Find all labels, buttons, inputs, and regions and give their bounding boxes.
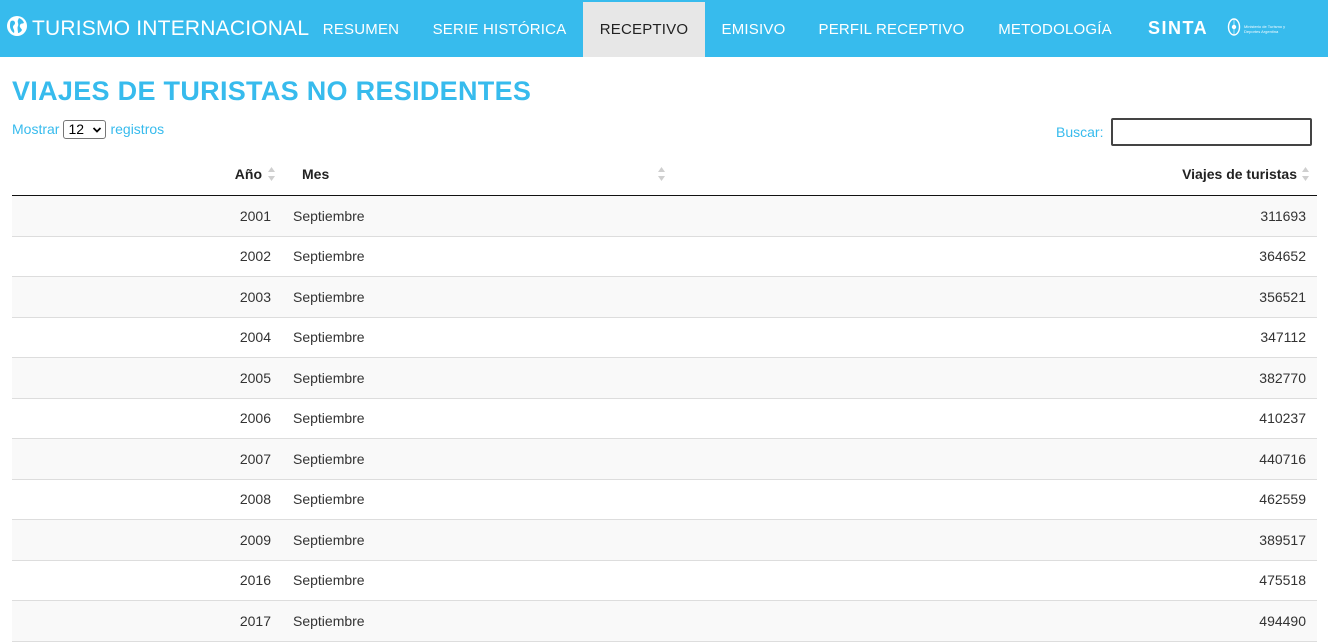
nav-metodologia[interactable]: METODOLOGÍA [981,2,1129,57]
table-row: 2005 Septiembre 382770 [12,358,1317,399]
sun-emblem-icon [1227,17,1241,42]
table-header: Año Mes Viajes de turistas [12,152,1317,196]
cell-year: 2002 [239,248,271,265]
cell-year: 2007 [239,450,271,467]
length-control: Mostrar 12 registros [12,119,164,139]
cell-month: Septiembre [293,531,365,548]
cell-year: 2006 [239,410,271,427]
cell-month: Septiembre [293,612,365,629]
length-prefix: Mostrar [12,121,60,137]
cell-year: 2004 [239,329,271,346]
cell-year: 2016 [239,572,271,589]
table-row: 2007 Septiembre 440716 [12,439,1317,480]
cell-trips: 382770 [1259,369,1306,386]
table-row: 2001 Septiembre 311693 [12,196,1317,237]
table-row: 2002 Septiembre 364652 [12,237,1317,277]
column-header-year[interactable]: Año [235,152,262,195]
cell-trips: 462559 [1259,491,1306,508]
globe-icon [6,15,32,43]
cell-trips: 494490 [1259,612,1306,629]
column-header-trips-label: Viajes de turistas [1182,165,1297,182]
brand[interactable]: TURISMO INTERNACIONAL [6,0,309,57]
cell-month: Septiembre [293,329,365,346]
cell-trips: 475518 [1259,572,1306,589]
nav-resumen[interactable]: RESUMEN [306,2,416,57]
table-row: 2009 Septiembre 389517 [12,520,1317,561]
cell-trips: 311693 [1260,207,1306,224]
cell-month: Septiembre [293,369,365,386]
cell-month: Septiembre [293,248,365,265]
chevron-down-icon [92,121,102,137]
length-select[interactable]: 12 [63,119,107,139]
cell-year: 2008 [239,491,271,508]
table-row: 2016 Septiembre 475518 [12,561,1317,601]
search-label: Buscar: [1056,124,1104,140]
cell-trips: 364652 [1259,248,1306,265]
length-suffix: registros [110,121,165,137]
column-header-year-label: Año [234,165,262,182]
table-row: 2006 Septiembre 410237 [12,399,1317,439]
cell-month: Septiembre [293,450,365,467]
cell-year: 2009 [239,531,271,548]
search-control: Buscar: [1056,118,1313,146]
cell-trips: 389517 [1259,531,1306,548]
table-row: 2017 Septiembre 494490 [12,601,1317,642]
cell-month: Septiembre [293,410,365,427]
cell-trips: 347112 [1260,329,1306,346]
top-navbar: TURISMO INTERNACIONAL RESUMEN SERIE HIST… [0,0,1328,57]
cell-trips: 356521 [1259,288,1306,305]
column-header-month-label: Mes [302,165,330,182]
nav-emisivo[interactable]: EMISIVO [705,2,802,57]
cell-trips: 440716 [1259,450,1306,467]
length-select-value: 12 [68,121,85,137]
nav-serie-historica[interactable]: SERIE HISTÓRICA [416,2,583,57]
sort-icon [267,166,276,187]
cell-month: Septiembre [293,491,365,508]
page-title: VIAJES DE TURISTAS NO RESIDENTES [12,76,532,106]
table-row: 2003 Septiembre 356521 [12,277,1317,318]
sort-icon [657,166,666,187]
sort-icon [1301,166,1310,187]
column-header-trips[interactable]: Viajes de turistas [1182,152,1297,195]
search-input[interactable] [1111,118,1313,146]
data-table: Año Mes Viajes de turistas 2001 Septiemb… [12,152,1317,642]
sinta-logo[interactable]: SINTA [1148,0,1208,57]
table-row: 2008 Septiembre 462559 [12,480,1317,520]
table-row: 2004 Septiembre 347112 [12,318,1317,358]
nav-receptivo[interactable]: RECEPTIVO [583,2,705,57]
cell-month: Septiembre [293,572,365,589]
ministry-logo[interactable]: Ministerio de Turismo y Deportes Argenti… [1227,17,1290,41]
cell-year: 2017 [239,612,271,629]
cell-month: Septiembre [293,288,365,305]
column-header-month[interactable]: Mes [302,152,329,195]
cell-trips: 410237 [1259,410,1306,427]
cell-month: Septiembre [293,207,365,224]
cell-year: 2001 [239,207,271,224]
nav-perfil-receptivo[interactable]: PERFIL RECEPTIVO [802,2,981,57]
cell-year: 2005 [239,369,271,386]
brand-title: TURISMO INTERNACIONAL [32,16,310,40]
cell-year: 2003 [239,288,271,305]
ministry-logo-text: Ministerio de Turismo y Deportes Argenti… [1244,24,1286,34]
